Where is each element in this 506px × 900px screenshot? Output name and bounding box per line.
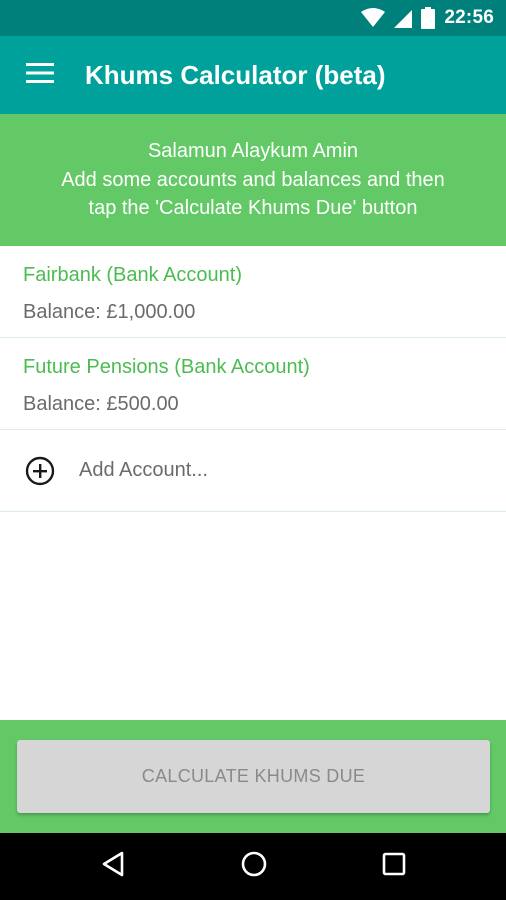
account-name: Future Pensions (Bank Account) (23, 356, 310, 378)
instruction-line-2: tap the 'Calculate Khums Due' button (88, 197, 418, 220)
navigation-bar (0, 833, 506, 900)
account-balance: Balance: £500.00 (23, 393, 179, 415)
hamburger-menu-icon (26, 62, 54, 88)
menu-button[interactable] (0, 36, 80, 114)
cellular-signal-icon (394, 8, 413, 28)
status-time: 22:56 (444, 7, 494, 28)
greeting-text: Salamun Alaykum Amin (147, 140, 359, 163)
action-panel: CALCULATE KHUMS DUE (0, 720, 506, 833)
add-account-label: Add Account... (79, 459, 208, 481)
instruction-line-1: Add some accounts and balances and then (61, 168, 445, 191)
screen: 22:56 Khums Calculator (beta) Salamun Al… (0, 0, 506, 900)
app-title: Khums Calculator (beta) (85, 59, 386, 90)
back-button[interactable] (73, 833, 153, 900)
account-name: Fairbank (Bank Account) (23, 264, 242, 286)
battery-icon (421, 7, 436, 29)
home-button[interactable] (214, 833, 294, 900)
status-bar: 22:56 (0, 0, 506, 36)
account-item-fairbank[interactable]: Fairbank (Bank Account) Balance: £1,000.… (0, 246, 506, 338)
account-item-future-pensions[interactable]: Future Pensions (Bank Account) Balance: … (0, 338, 506, 430)
recents-button[interactable] (354, 833, 434, 900)
greeting-banner: Salamun Alaykum Amin Add some accounts a… (0, 114, 506, 246)
add-account-button[interactable]: Add Account... (0, 430, 506, 512)
calculate-khums-button[interactable]: CALCULATE KHUMS DUE (17, 740, 490, 813)
add-circle-icon (0, 456, 80, 486)
app-bar: Khums Calculator (beta) (0, 36, 506, 114)
back-icon (101, 851, 125, 882)
account-balance: Balance: £1,000.00 (23, 301, 196, 323)
wifi-icon (361, 8, 386, 28)
home-icon (241, 851, 267, 882)
account-list: Fairbank (Bank Account) Balance: £1,000.… (0, 246, 506, 512)
recents-icon (382, 852, 406, 881)
